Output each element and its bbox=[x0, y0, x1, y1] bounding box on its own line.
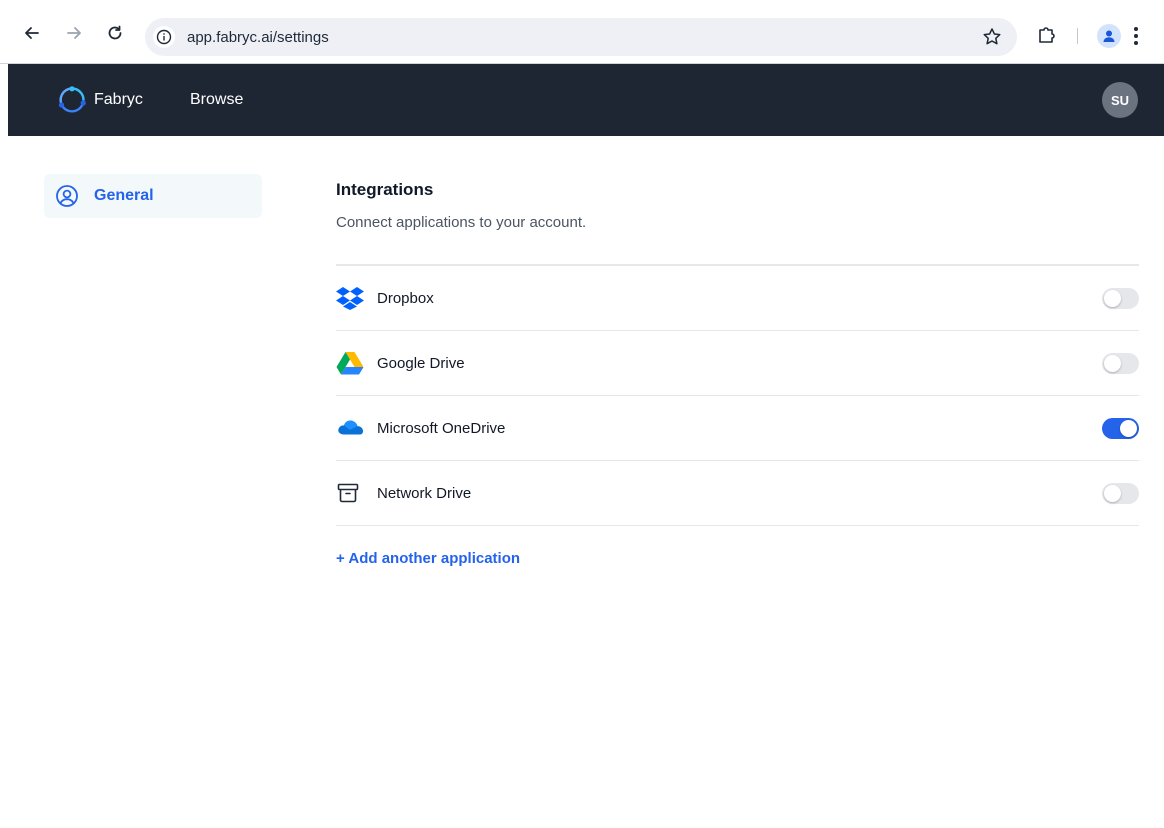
nav-browse-link[interactable]: Browse bbox=[190, 91, 243, 109]
user-circle-icon bbox=[56, 185, 78, 207]
google-drive-icon bbox=[336, 349, 364, 377]
browser-toolbar: app.fabryc.ai/settings bbox=[0, 0, 1164, 64]
integration-row-network-drive: Network Drive bbox=[336, 461, 1139, 526]
page-subtitle: Connect applications to your account. bbox=[336, 214, 587, 231]
user-avatar[interactable]: SU bbox=[1102, 82, 1138, 118]
address-bar[interactable]: app.fabryc.ai/settings bbox=[145, 18, 1017, 56]
integration-row-dropbox: Dropbox bbox=[336, 266, 1139, 331]
url-text[interactable]: app.fabryc.ai/settings bbox=[187, 29, 329, 46]
site-info-icon[interactable] bbox=[153, 26, 175, 48]
add-application-link[interactable]: + Add another application bbox=[336, 550, 520, 567]
app-header: Fabryc Browse SU bbox=[8, 64, 1164, 136]
toolbar-divider bbox=[1077, 28, 1078, 44]
page-title: Integrations bbox=[336, 180, 434, 199]
bookmark-star-icon[interactable] bbox=[981, 26, 1003, 48]
sidebar-item-general[interactable]: General bbox=[44, 174, 262, 218]
integration-name: Microsoft OneDrive bbox=[377, 419, 506, 437]
integration-name: Network Drive bbox=[377, 484, 472, 502]
integrations-list: Dropbox Google Drive Microsoft OneDrive … bbox=[336, 264, 1139, 526]
onedrive-icon bbox=[336, 414, 364, 442]
sidebar-item-label: General bbox=[94, 187, 154, 204]
google-drive-toggle[interactable] bbox=[1102, 353, 1139, 374]
back-icon[interactable] bbox=[21, 22, 43, 44]
integration-name: Dropbox bbox=[377, 289, 434, 307]
fabryc-logo-icon bbox=[58, 86, 86, 113]
reload-icon[interactable] bbox=[104, 22, 126, 44]
brand-name: Fabryc bbox=[94, 91, 143, 108]
extensions-icon[interactable] bbox=[1036, 24, 1058, 46]
dropbox-icon bbox=[336, 284, 364, 312]
network-drive-toggle[interactable] bbox=[1102, 483, 1139, 504]
archive-box-icon bbox=[336, 479, 364, 507]
integration-row-onedrive: Microsoft OneDrive bbox=[336, 396, 1139, 461]
forward-icon[interactable] bbox=[63, 22, 85, 44]
integration-name: Google Drive bbox=[377, 354, 465, 372]
menu-kebab-icon[interactable] bbox=[1128, 24, 1144, 48]
brand-logo-link[interactable]: Fabryc bbox=[58, 86, 143, 114]
dropbox-toggle[interactable] bbox=[1102, 288, 1139, 309]
onedrive-toggle[interactable] bbox=[1102, 418, 1139, 439]
integration-row-google-drive: Google Drive bbox=[336, 331, 1139, 396]
profile-icon[interactable] bbox=[1097, 24, 1121, 48]
